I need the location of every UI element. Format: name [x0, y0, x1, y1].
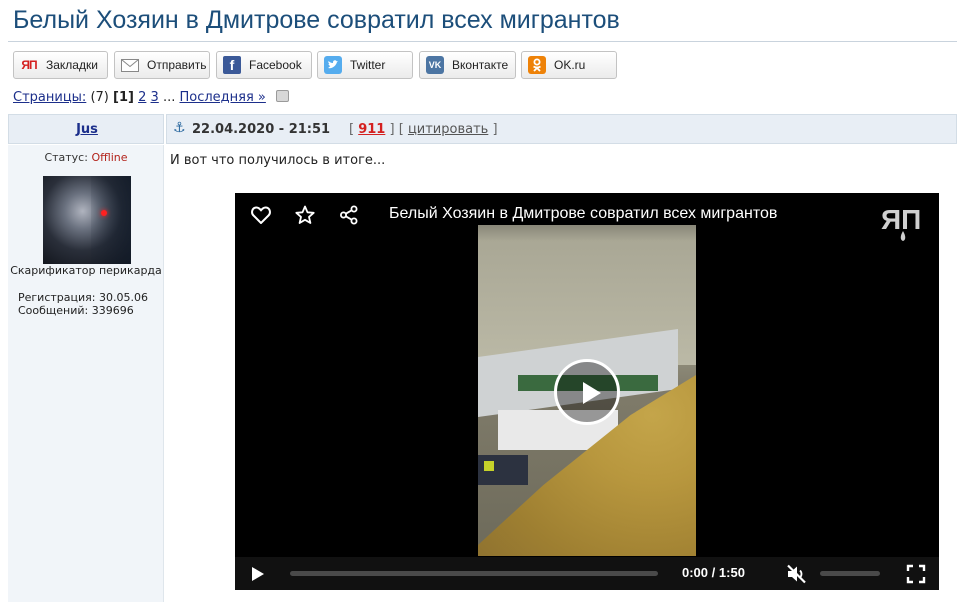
- current-page: [1]: [113, 90, 134, 105]
- player-controls: 0:00 / 1:50: [235, 557, 939, 590]
- user-stats: Регистрация: 30.05.06 Сообщений: 339696: [18, 291, 148, 317]
- twitter-label: Twitter: [350, 58, 386, 72]
- page-title: Белый Хозяин в Дмитрове совратил всех ми…: [13, 6, 620, 34]
- avatar-shade: [91, 176, 131, 264]
- reputation-link[interactable]: 911: [358, 122, 385, 137]
- twitter-icon: [324, 56, 342, 74]
- yap-logo-text: ЯП: [881, 204, 921, 235]
- last-page-link[interactable]: Последняя »: [179, 90, 265, 105]
- pages-label[interactable]: Страницы:: [13, 90, 86, 105]
- fullscreen-icon[interactable]: [905, 563, 927, 585]
- status-label: Статус:: [44, 151, 88, 164]
- quote-bracket-close: ]: [492, 122, 498, 137]
- quote-bracket-open: [: [398, 122, 404, 137]
- volume-slider[interactable]: [820, 571, 880, 576]
- post-header: ⚓ 22.04.2020 - 21:51 [ 911 ] [ цитироват…: [166, 114, 957, 144]
- status-badge: Offline: [91, 151, 128, 164]
- vkontakte-label: Вконтакте: [452, 58, 509, 72]
- title-divider: [8, 41, 957, 42]
- jump-page-icon[interactable]: [276, 90, 290, 102]
- time-separator: /: [711, 565, 716, 580]
- ok-button[interactable]: OK.ru: [521, 51, 617, 79]
- post-actions: [ 911 ] [ цитировать ]: [349, 122, 498, 137]
- yap-bookmark-icon: ЯП: [21, 58, 37, 72]
- page-link-2[interactable]: 2: [138, 90, 146, 105]
- post-author-header: Jus: [8, 114, 164, 144]
- facebook-button[interactable]: f Facebook: [216, 51, 312, 79]
- avatar-eye: [101, 210, 107, 216]
- pagination: Страницы: (7) [1] 2 3 ... Последняя »: [13, 90, 290, 105]
- message-count: Сообщений: 339696: [18, 304, 134, 317]
- status-line: Статус: Offline: [8, 151, 164, 164]
- rep-bracket-open: [: [349, 122, 355, 137]
- duration: 1:50: [718, 565, 745, 580]
- play-overlay-button[interactable]: [554, 359, 620, 425]
- ok-label: OK.ru: [554, 58, 586, 72]
- send-button[interactable]: Отправить: [114, 51, 210, 79]
- page-count: (7): [90, 90, 109, 105]
- post-body-text: И вот что получилось в итоге...: [170, 153, 386, 168]
- heart-icon[interactable]: [249, 203, 273, 227]
- video-player[interactable]: Белый Хозяин в Дмитрове совратил всех ми…: [235, 193, 939, 590]
- quote-link[interactable]: цитировать: [408, 122, 488, 137]
- video-vest: [484, 461, 494, 471]
- facebook-icon: f: [223, 56, 241, 74]
- yap-logo-icon: ЯП: [879, 201, 931, 245]
- pager-ellipsis: ...: [162, 90, 176, 105]
- vk-icon: VK: [426, 56, 444, 74]
- odnoklassniki-icon: [528, 56, 546, 74]
- twitter-button[interactable]: Twitter: [317, 51, 413, 79]
- facebook-label: Facebook: [249, 58, 302, 72]
- anchor-icon[interactable]: ⚓: [173, 120, 186, 136]
- post-date: 22.04.2020 - 21:51: [192, 122, 331, 137]
- avatar[interactable]: [43, 176, 131, 264]
- rep-bracket-close: ]: [389, 122, 395, 137]
- registration-date: Регистрация: 30.05.06: [18, 291, 148, 304]
- progress-bar[interactable]: [290, 571, 658, 576]
- page-link-3[interactable]: 3: [151, 90, 159, 105]
- play-icon[interactable]: [249, 565, 267, 583]
- current-time: 0:00: [682, 565, 709, 580]
- envelope-icon: [121, 56, 139, 74]
- share-icon[interactable]: [337, 203, 361, 227]
- bookmarks-label: Закладки: [46, 58, 98, 72]
- bookmarks-button[interactable]: ЯП Закладки: [13, 51, 108, 79]
- author-profile: Статус: Offline Скарификатор перикарда Р…: [8, 145, 164, 602]
- mute-icon[interactable]: [785, 562, 809, 586]
- send-label: Отправить: [147, 58, 207, 72]
- time-display: 0:00 / 1:50: [682, 565, 745, 580]
- user-rank: Скарификатор перикарда: [10, 264, 162, 277]
- author-link[interactable]: Jus: [9, 122, 165, 137]
- star-icon[interactable]: [293, 203, 317, 227]
- vkontakte-button[interactable]: VK Вконтакте: [419, 51, 516, 79]
- video-title: Белый Хозяин в Дмитрове совратил всех ми…: [389, 205, 778, 222]
